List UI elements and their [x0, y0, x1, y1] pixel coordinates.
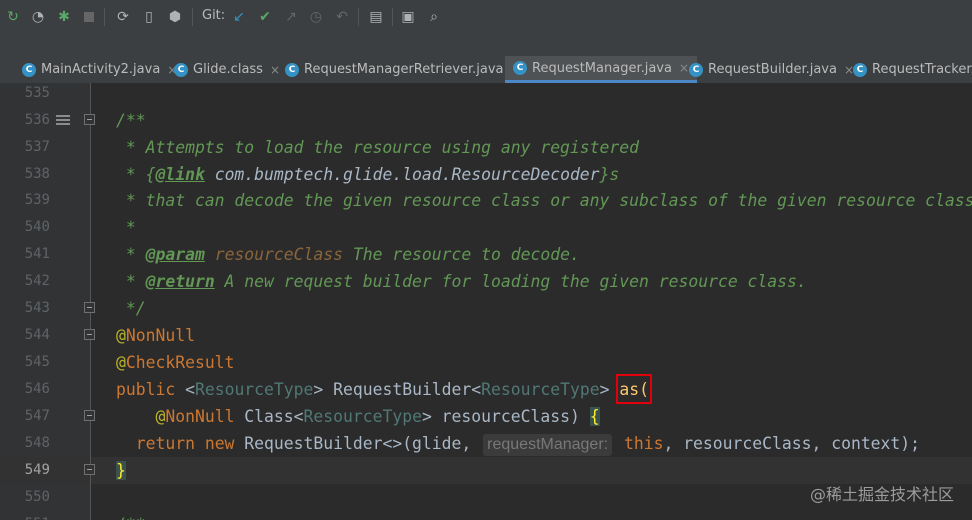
- stop-icon[interactable]: [80, 8, 98, 26]
- code-line: /**: [116, 111, 146, 130]
- editor-tabs: C MainActivity2.java × C Glide.class × C Requ…: [0, 56, 972, 84]
- class-icon: C: [853, 62, 867, 77]
- project-structure-icon[interactable]: ▤: [367, 8, 385, 26]
- watermark: @稀土掘金技术社区: [809, 485, 954, 504]
- git-label: Git:: [202, 8, 226, 23]
- parameter-hint: requestManager:: [483, 434, 613, 456]
- code-line: @NonNull Class<ResourceType> resourceCla…: [155, 407, 600, 426]
- tab-requesttracker[interactable]: CRequestTracker.ja: [853, 56, 972, 83]
- tab-glide[interactable]: C Glide.class ×: [174, 56, 280, 83]
- sdk-icon[interactable]: ⬢: [166, 8, 184, 26]
- class-icon: C: [22, 62, 36, 77]
- class-icon: C: [285, 62, 299, 77]
- terminal-icon[interactable]: ▣: [399, 8, 417, 26]
- tab-requestmanagerretriever[interactable]: CRequestManagerRetriever.java×: [285, 56, 521, 83]
- toolbar-spacer: [0, 34, 972, 56]
- code-line: @CheckResult: [116, 353, 235, 372]
- line-number: 538: [24, 166, 50, 182]
- rerun-icon[interactable]: ↻: [4, 8, 22, 26]
- fold-marker-icon[interactable]: [84, 329, 95, 340]
- line-number: 546: [24, 381, 50, 397]
- line-number: 539: [24, 192, 50, 208]
- device-icon[interactable]: ▯: [140, 8, 158, 26]
- line-number: 536: [24, 112, 50, 128]
- build-icon[interactable]: ✱: [55, 8, 73, 26]
- class-icon: C: [174, 62, 188, 77]
- code-line: @NonNull: [116, 326, 195, 345]
- code-line: * that can decode the given resource cla…: [116, 191, 972, 210]
- code-line: */: [116, 299, 146, 318]
- rendered-doc-icon[interactable]: [56, 115, 70, 127]
- fold-marker-icon[interactable]: [84, 114, 95, 125]
- fold-marker-icon[interactable]: [84, 464, 95, 475]
- code-editor[interactable]: 535 536 537 538 539 540 541 542 543 544 …: [0, 83, 972, 520]
- tab-mainactivity2[interactable]: C MainActivity2.java ×: [22, 56, 177, 83]
- code-line: * @param resourceClass The resource to d…: [116, 245, 580, 264]
- line-number: 537: [24, 139, 50, 155]
- close-icon[interactable]: ×: [679, 61, 689, 75]
- tab-requestmanager[interactable]: C RequestManager.java ×: [505, 56, 698, 83]
- code-line: *: [116, 218, 136, 237]
- code-line: * @return A new request builder for load…: [116, 272, 807, 291]
- code-line: public <ResourceType> RequestBuilder<Res…: [116, 380, 649, 399]
- line-number: 548: [24, 435, 50, 451]
- line-number: 547: [24, 408, 50, 424]
- checkmark-icon[interactable]: ✔: [256, 8, 274, 26]
- code-line: /**: [116, 511, 146, 520]
- line-number: 535: [24, 85, 50, 101]
- debug-icon[interactable]: ◔: [29, 8, 47, 26]
- code-line: return new RequestBuilder<>(glide, reque…: [116, 430, 920, 457]
- code-line: }: [116, 461, 126, 480]
- history-icon[interactable]: ◷: [307, 8, 325, 26]
- highlight-box: [616, 374, 652, 404]
- code-line: * Attempts to load the resource using an…: [116, 138, 640, 157]
- search-icon[interactable]: ⌕: [425, 8, 443, 26]
- class-icon: C: [513, 61, 527, 75]
- tab-requestbuilder[interactable]: C RequestBuilder.java ×: [689, 56, 854, 83]
- push-icon[interactable]: ↗: [282, 8, 300, 26]
- line-number: 543: [24, 300, 50, 316]
- line-number: 549: [24, 462, 50, 478]
- line-number: 540: [24, 219, 50, 235]
- main-toolbar: ↻ ◔ ✱ ⟳ ▯ ⬢ Git: ↙ ✔ ↗ ◷ ↶ ▤ ▣ ⌕: [0, 0, 972, 34]
- line-number: 544: [24, 327, 50, 343]
- revert-icon[interactable]: ↶: [333, 8, 351, 26]
- caret-line-highlight: [0, 457, 972, 484]
- line-number: 542: [24, 273, 50, 289]
- line-number: 551: [0, 511, 50, 520]
- sync-icon[interactable]: ⟳: [114, 8, 132, 26]
- class-icon: C: [689, 62, 703, 77]
- line-number: 545: [24, 354, 50, 370]
- close-icon[interactable]: ×: [270, 63, 280, 77]
- line-number: 550: [24, 489, 50, 505]
- fold-marker-icon[interactable]: [84, 302, 95, 313]
- fold-marker-icon[interactable]: [84, 410, 95, 421]
- update-icon[interactable]: ↙: [230, 8, 248, 26]
- code-line: * {@link com.bumptech.glide.load.Resourc…: [116, 165, 620, 184]
- line-number: 541: [24, 246, 50, 262]
